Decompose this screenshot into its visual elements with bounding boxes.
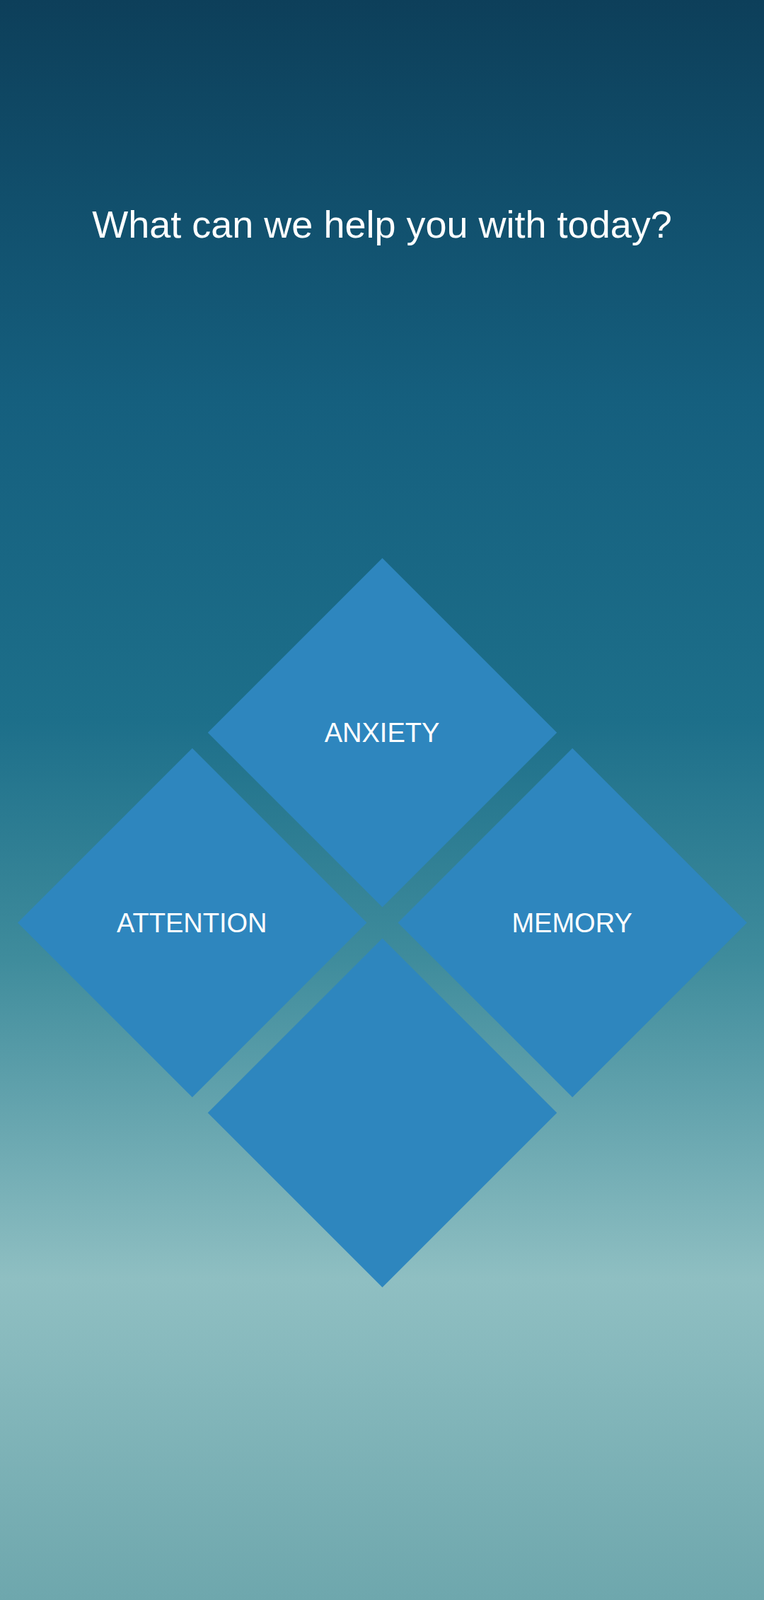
topic-label: ATTENTION	[116, 909, 268, 936]
screen-title: What can we help you with today?	[80, 0, 683, 248]
topic-grid: ANXIETY MEMORY ATTENTION	[17, 558, 748, 1288]
screen: What can we help you with today? ANXIETY M…	[0, 0, 764, 1600]
topic-label: MEMORY	[512, 909, 633, 936]
topic-label: ANXIETY	[324, 719, 441, 747]
